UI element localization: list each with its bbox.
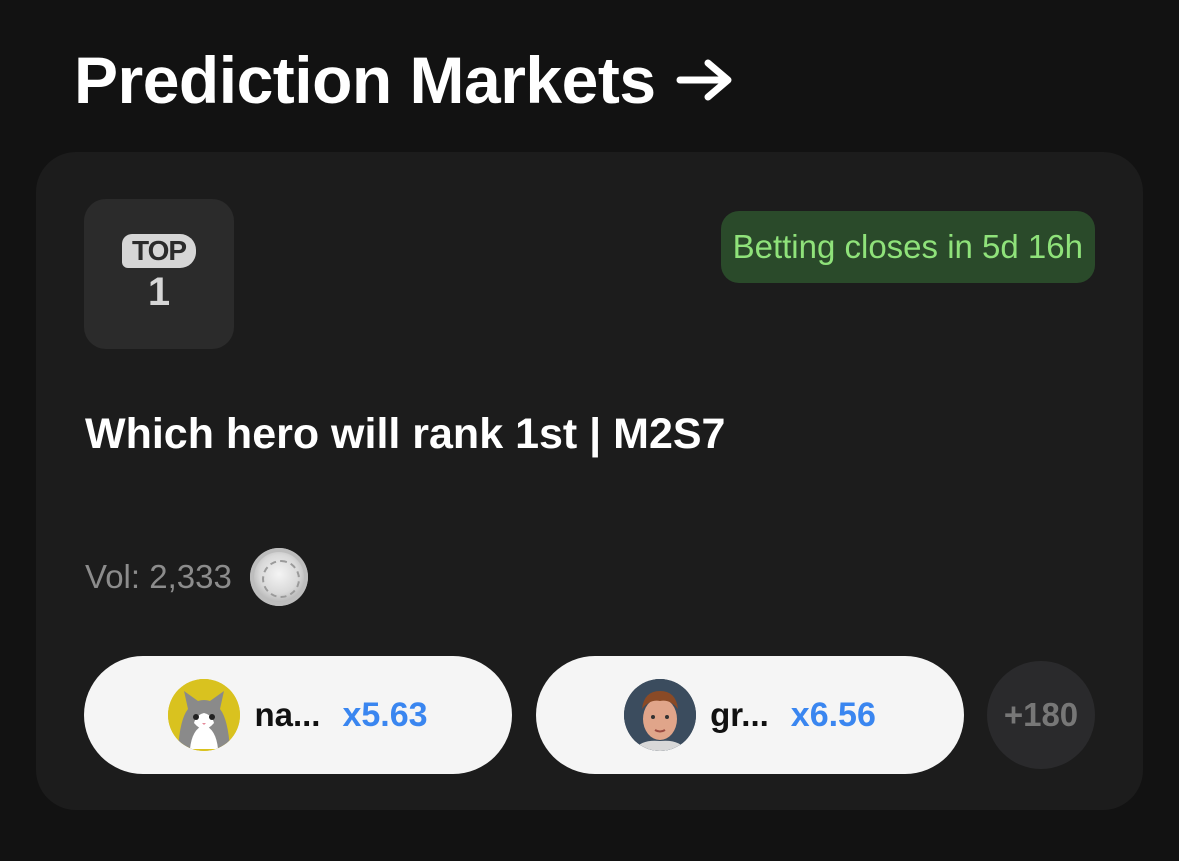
logo-top-label: TOP	[121, 234, 197, 268]
option-button[interactable]: gr... x6.56	[536, 656, 964, 774]
section-header[interactable]: Prediction Markets	[74, 40, 734, 120]
option-name: gr...	[710, 696, 769, 733]
option-odds: x5.63	[342, 695, 428, 734]
page-title: Prediction Markets	[74, 43, 656, 117]
status-badge: Betting closes in 5d 16h	[720, 211, 1095, 283]
market-card[interactable]: TOP 1 Betting closes in 5d 16h Which her…	[36, 152, 1143, 810]
volume-label: Vol: 2,333	[85, 558, 232, 595]
more-options-badge[interactable]: +180	[987, 661, 1095, 769]
option-name: na...	[254, 696, 321, 733]
option-button[interactable]: na... x5.63	[84, 656, 512, 774]
volume-row: Vol: 2,333	[85, 548, 308, 606]
person-avatar	[624, 679, 697, 751]
logo-rank-label: 1	[147, 270, 171, 314]
silver-coin-icon	[249, 548, 308, 606]
top-1-logo-icon: TOP 1	[121, 234, 197, 314]
market-title: Which hero will rank 1st | M2S7	[85, 410, 726, 458]
market-logo: TOP 1	[84, 199, 234, 349]
cat-avatar	[168, 679, 241, 751]
option-odds: x6.56	[790, 695, 876, 734]
arrow-right-icon	[676, 59, 732, 101]
